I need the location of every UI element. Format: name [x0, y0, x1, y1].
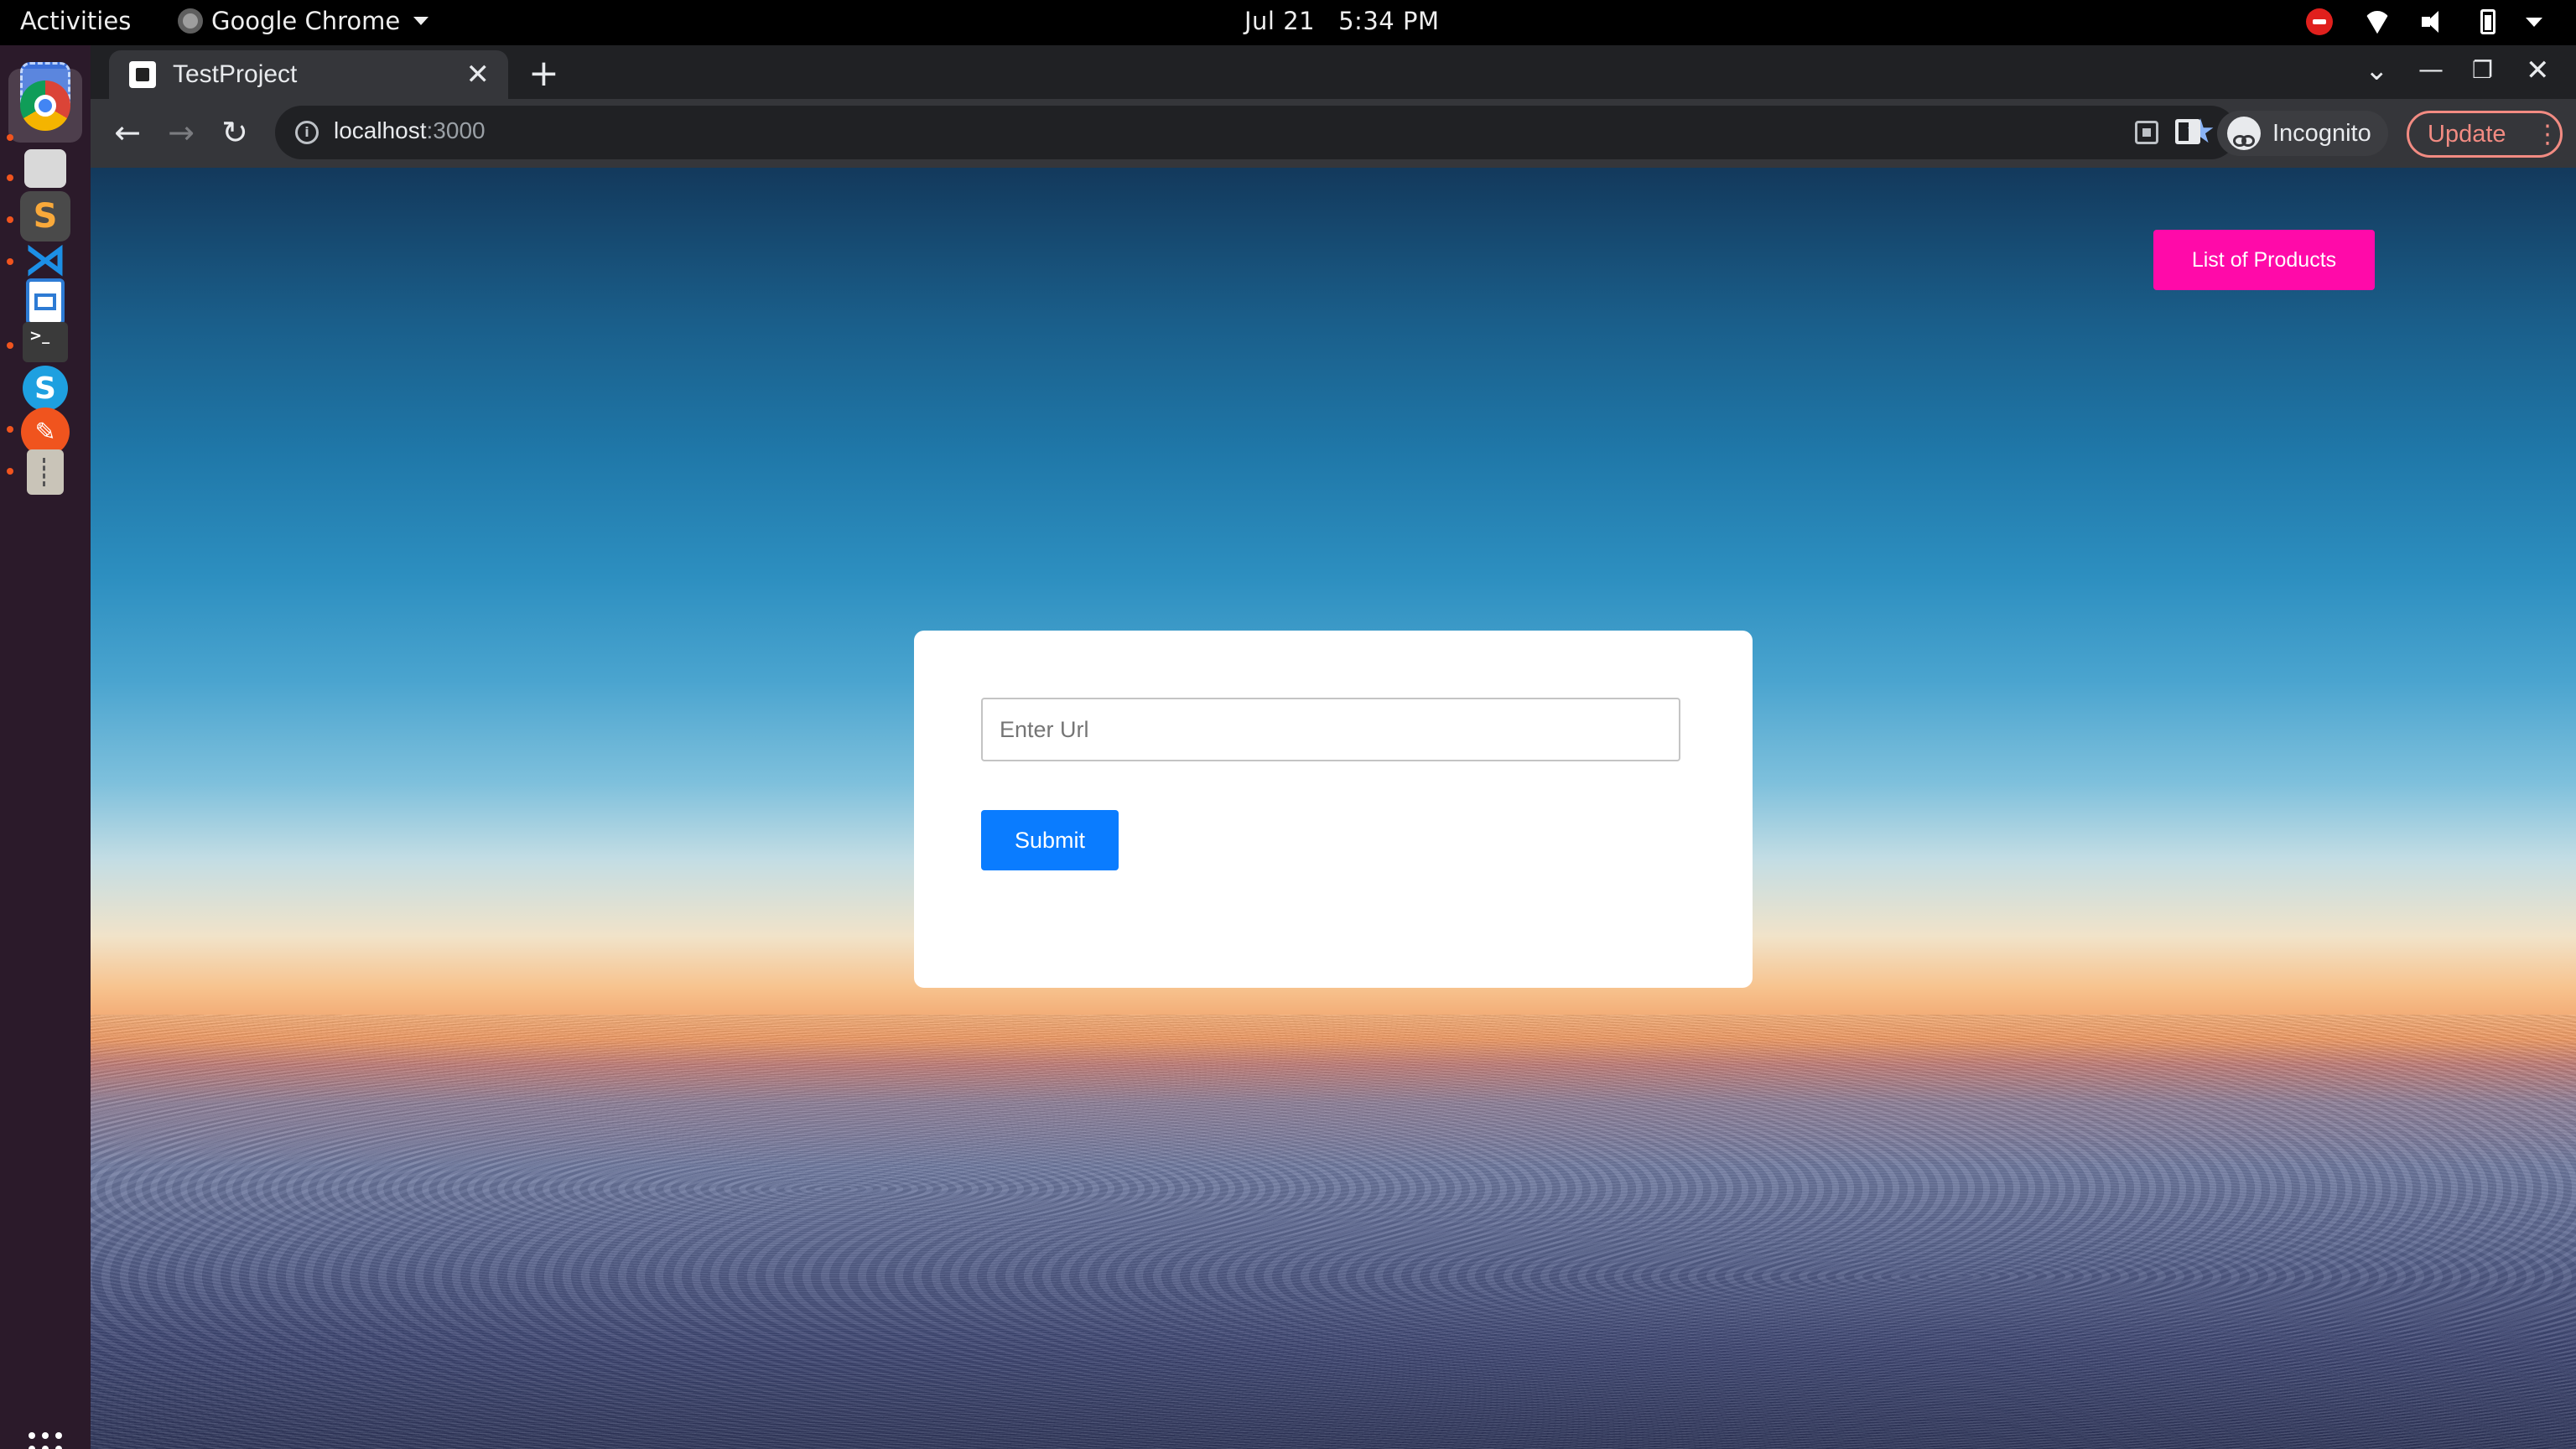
- forward-icon[interactable]: →: [163, 114, 200, 151]
- libreoffice-writer-icon[interactable]: [26, 278, 65, 325]
- tab-title: TestProject: [173, 60, 298, 88]
- writer-icon-glyph: [34, 293, 56, 310]
- skype-icon[interactable]: S: [23, 366, 68, 411]
- app-menu[interactable]: Google Chrome: [178, 7, 429, 35]
- app-menu-label: Google Chrome: [211, 7, 401, 35]
- running-indicator: [7, 426, 13, 433]
- list-of-products-button[interactable]: List of Products: [2153, 230, 2375, 290]
- address-bar[interactable]: i localhost:3000 ★: [275, 106, 2237, 159]
- running-indicator: [7, 216, 13, 223]
- site-info-icon[interactable]: i: [295, 121, 319, 144]
- clock[interactable]: Jul 21 5:34 PM: [1244, 7, 1439, 35]
- chrome-icon-center: [34, 95, 56, 117]
- clock-time: 5:34 PM: [1338, 7, 1440, 35]
- qr-code-icon[interactable]: [2135, 121, 2158, 144]
- vscode-icon[interactable]: ⋊: [20, 235, 70, 285]
- running-indicator: [7, 174, 13, 181]
- running-indicator: [7, 468, 13, 475]
- browser-window-frame: TestProject ✕ + ⌄ — ❐ ✕ ← → ↻ i localhos…: [91, 45, 2576, 168]
- activities-button[interactable]: Activities: [20, 7, 131, 35]
- clock-date: Jul 21: [1244, 7, 1316, 35]
- url-host: localhost: [334, 117, 427, 143]
- running-indicator: [7, 134, 13, 141]
- url-port: :3000: [426, 117, 486, 143]
- update-label: Update: [2428, 120, 2506, 148]
- back-icon[interactable]: ←: [109, 114, 146, 151]
- running-indicator: [7, 258, 13, 265]
- system-tray[interactable]: [2306, 8, 2542, 35]
- dock: S ⋊ >_ S ✎: [0, 45, 91, 1449]
- browser-toolbar: ← → ↻ i localhost:3000 ★ Incognito Updat…: [91, 99, 2576, 168]
- show-applications-icon[interactable]: [29, 1432, 62, 1449]
- cloud-background: [91, 1015, 2576, 1449]
- volume-icon[interactable]: [2422, 9, 2450, 34]
- wifi-icon[interactable]: [2363, 9, 2392, 34]
- close-tab-icon[interactable]: ✕: [466, 59, 491, 91]
- system-top-bar: Activities Google Chrome Jul 21 5:34 PM: [0, 0, 2576, 45]
- url-form-card: Submit: [914, 631, 1753, 988]
- address-url[interactable]: localhost:3000: [334, 117, 486, 144]
- system-menu-chevron-icon[interactable]: [2526, 17, 2542, 27]
- running-indicator: [7, 342, 13, 349]
- tab-testproject[interactable]: TestProject ✕: [109, 50, 508, 99]
- close-window-icon[interactable]: ✕: [2526, 54, 2550, 87]
- archive-manager-icon[interactable]: [27, 449, 64, 495]
- update-button[interactable]: Update ⋮: [2407, 111, 2563, 158]
- zipper-glyph: [43, 458, 48, 486]
- do-not-disturb-icon[interactable]: [2306, 8, 2333, 35]
- incognito-label: Incognito: [2272, 119, 2371, 147]
- minimize-icon[interactable]: —: [2418, 54, 2444, 87]
- tab-favicon-icon: [129, 61, 156, 88]
- reload-icon[interactable]: ↻: [216, 114, 253, 151]
- page-viewport: List of Products Submit: [91, 168, 2576, 1449]
- url-input[interactable]: [981, 698, 1680, 761]
- incognito-icon: [2227, 117, 2261, 150]
- terminal-icon[interactable]: >_: [23, 322, 68, 362]
- chrome-icon[interactable]: [20, 80, 70, 131]
- restore-icon[interactable]: ❐: [2472, 54, 2493, 87]
- more-menu-icon[interactable]: ⋮: [2535, 122, 2560, 148]
- tab-search-chevron-icon[interactable]: ⌄: [2365, 54, 2389, 87]
- battery-icon[interactable]: [2480, 9, 2496, 34]
- incognito-profile-button[interactable]: Incognito: [2217, 111, 2388, 156]
- submit-button[interactable]: Submit: [981, 810, 1119, 870]
- files-icon[interactable]: [24, 149, 66, 188]
- new-tab-button[interactable]: +: [528, 55, 559, 92]
- chevron-down-icon: [413, 17, 429, 25]
- sublime-text-icon[interactable]: S: [20, 191, 70, 242]
- chrome-app-icon: [178, 8, 203, 34]
- side-panel-icon[interactable]: [2175, 119, 2200, 144]
